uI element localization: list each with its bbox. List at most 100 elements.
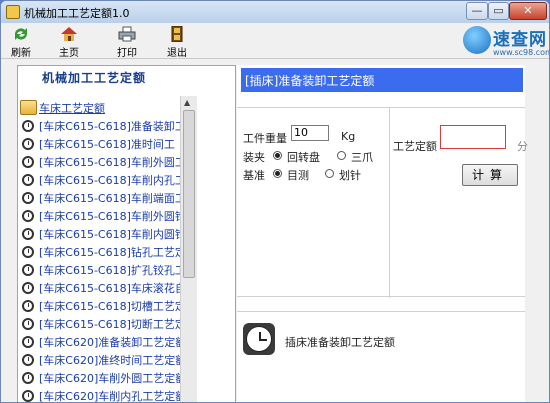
close-icon: ✕ (523, 4, 533, 17)
clamp-radio-chuck[interactable] (337, 151, 346, 160)
home-icon (61, 27, 77, 41)
weight-label: 工件重量 (243, 132, 287, 145)
clock-icon (22, 264, 34, 276)
tree-item-label: [车床C620]准终时间工艺定额 (39, 354, 180, 367)
form-area: 工件重量 10 Kg 装夹 回转盘 三爪 基准 目测 划针 工艺定额 分 计算 (237, 107, 528, 298)
tree-item[interactable]: [车床C615-C618]车床滚花自 (20, 279, 180, 297)
main-panel: [插床]准备装卸工艺定额 工件重量 10 Kg 装夹 回转盘 三爪 基准 目测 … (237, 65, 528, 402)
clock-icon (22, 282, 34, 294)
clock-icon (243, 323, 275, 355)
tree-item[interactable]: [车床C615-C618]车削内圆锥 (20, 225, 180, 243)
tree-item[interactable]: [车床C615-C618]车削端面工 (20, 189, 180, 207)
tree-item-label: [车床C615-C618]准时间工 (39, 138, 175, 151)
clock-icon (22, 246, 34, 258)
quota-unit: 分 (517, 140, 528, 153)
datum-radio-scriber[interactable] (325, 169, 334, 178)
app-window: 机械加工工艺定额1.0 — ▭ ✕ 刷新 主页 打印 退出 速查网 www.sc… (0, 0, 550, 403)
tree-item[interactable]: [车床C615-C618]车削外圆工 (20, 153, 180, 171)
tree-item-label: [车床C615-C618]车削端面工 (39, 192, 180, 205)
tree-item-label: [车床C615-C618]车削外圆锥 (39, 210, 180, 223)
quota-output[interactable] (440, 125, 506, 149)
tree-item[interactable]: [车床C615-C618]准备装卸工 (20, 117, 180, 135)
home-button[interactable]: 主页 (51, 25, 87, 59)
exit-door-icon (171, 26, 183, 42)
panel-header-text: [插床]准备装卸工艺定额 (245, 74, 375, 88)
tree-item[interactable]: [车床C620]车削外圆工艺定额 (20, 369, 180, 387)
sidebar: 机械加工工艺定额 车床工艺定额 [车床C615-C618]准备装卸工 [车床C61… (17, 65, 236, 402)
minimize-icon: — (471, 4, 483, 17)
scroll-up-icon[interactable]: ▲ (184, 98, 190, 107)
sidebar-title: 机械加工工艺定额 (42, 71, 147, 85)
tree-item[interactable]: [车床C615-C618]车削外圆锥 (20, 207, 180, 225)
tree-item-label: [车床C620]准备装卸工艺定额 (39, 336, 180, 349)
tree-item-label: [车床C615-C618]切断工艺定 (39, 318, 180, 331)
tree-item[interactable]: [车床C615-C618]扩孔铰孔工 (20, 261, 180, 279)
tree-item-label: [车床C620]车削外圆工艺定额 (39, 372, 180, 385)
print-button[interactable]: 打印 (109, 25, 145, 59)
calculate-button[interactable]: 计算 (462, 164, 518, 186)
tree-item-label: [车床C615-C618]准备装卸工 (39, 120, 180, 133)
tree-item[interactable]: [车床C615-C618]切断工艺定 (20, 315, 180, 333)
refresh-label: 刷新 (11, 48, 31, 59)
clock-icon (22, 174, 34, 186)
clock-icon (22, 336, 34, 348)
home-label: 主页 (59, 48, 79, 59)
datum-option-visual: 目测 (287, 169, 309, 182)
info-text: 插床准备装卸工艺定额 (285, 336, 395, 349)
datum-label: 基准 (243, 169, 265, 182)
tree-item-label: [车床C615-C618]切槽工艺定 (39, 300, 180, 313)
clamp-option-rotary: 回转盘 (287, 151, 320, 164)
tree-scrollbar[interactable]: ▲ (180, 96, 197, 402)
refresh-icon (15, 28, 27, 40)
tree-item-label: [车床C615-C618]车床滚花自 (39, 282, 180, 295)
printer-icon (118, 26, 136, 42)
weight-unit: Kg (341, 130, 356, 143)
clamp-label: 装夹 (243, 151, 265, 164)
datum-option-scriber: 划针 (339, 169, 361, 182)
datum-radio-visual[interactable] (273, 169, 282, 178)
exit-button[interactable]: 退出 (159, 25, 195, 59)
tree-item-label: [车床C620]车削内孔工艺定额 (39, 390, 180, 402)
form-divider (389, 108, 390, 298)
minimize-button[interactable]: — (466, 2, 488, 20)
brand-logo: 速查网 www.sc98.com (463, 25, 549, 59)
close-button[interactable]: ✕ (509, 2, 547, 20)
tree-item[interactable]: [车床C615-C618]钻孔工艺定 (20, 243, 180, 261)
clock-icon (22, 192, 34, 204)
tree-item-label: [车床C615-C618]钻孔工艺定 (39, 246, 180, 259)
maximize-icon: ▭ (493, 4, 504, 17)
tree-item[interactable]: [车床C615-C618]车削内孔工 (20, 171, 180, 189)
window-title: 机械加工工艺定额1.0 (24, 7, 130, 20)
folder-icon (20, 100, 37, 115)
clamp-radio-rotary[interactable] (273, 151, 282, 160)
clock-icon (22, 210, 34, 222)
scroll-thumb[interactable] (183, 110, 195, 278)
clock-icon (22, 390, 34, 402)
clock-icon (22, 228, 34, 240)
brand-name: 速查网 (493, 30, 547, 50)
tree-item[interactable]: [车床C615-C618]切槽工艺定 (20, 297, 180, 315)
tree-item[interactable]: [车床C620]准终时间工艺定额 (20, 351, 180, 369)
tree-item[interactable]: [车床C620]准备装卸工艺定额 (20, 333, 180, 351)
globe-icon (463, 26, 491, 54)
exit-label: 退出 (167, 48, 187, 59)
tree-item-label: [车床C615-C618]车削内圆锥 (39, 228, 180, 241)
print-label: 打印 (117, 48, 137, 59)
clock-icon (22, 318, 34, 330)
tree-root-label: 车床工艺定额 (39, 100, 105, 116)
tree-item[interactable]: [车床C620]车削内孔工艺定额 (20, 387, 180, 402)
refresh-button[interactable]: 刷新 (3, 25, 39, 59)
clock-icon (22, 156, 34, 168)
tree-item-label: [车床C615-C618]车削内孔工 (39, 174, 180, 187)
info-area: 插床准备装卸工艺定额 (237, 311, 525, 402)
brand-url: www.sc98.com (493, 48, 550, 57)
panel-header: [插床]准备装卸工艺定额 (241, 68, 523, 92)
weight-input[interactable]: 10 (291, 125, 329, 141)
tree-root-lathe[interactable]: 车床工艺定额 (20, 99, 180, 117)
clock-icon (22, 354, 34, 366)
clock-icon (22, 300, 34, 312)
title-bar: 机械加工工艺定额1.0 — ▭ ✕ (1, 1, 549, 23)
maximize-button[interactable]: ▭ (488, 2, 509, 20)
tree-item[interactable]: [车床C615-C618]准时间工 (20, 135, 180, 153)
app-icon (6, 5, 20, 19)
